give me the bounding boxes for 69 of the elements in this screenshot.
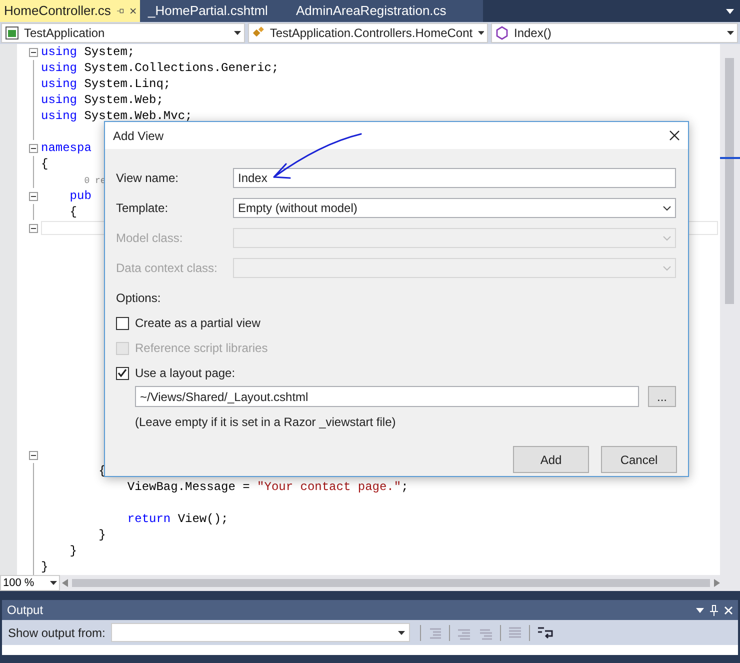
navigation-dropdown[interactable]: Index()	[491, 23, 738, 43]
code-line: using System.Linq;	[41, 76, 171, 92]
checkbox-label: Reference script libraries	[135, 340, 268, 357]
code-line: using System.Collections.Generic;	[41, 60, 279, 76]
field-label: View name:	[116, 170, 180, 187]
panel-title: Output	[7, 602, 44, 619]
close-icon[interactable]	[669, 130, 680, 141]
caret-icon	[398, 630, 406, 634]
chevron-icon	[663, 206, 671, 210]
code-line: {	[68, 204, 78, 220]
collapse-icon[interactable]	[29, 48, 38, 56]
dialog-button[interactable]: Cancel	[601, 446, 677, 473]
checkbox[interactable]	[116, 316, 129, 330]
code-line: return View();	[126, 511, 228, 527]
chevron-icon	[663, 266, 671, 270]
dropdown[interactable]: Empty (without model)	[233, 198, 676, 218]
code-line: using System;	[41, 44, 135, 60]
code-line: using System.Web;	[41, 92, 164, 108]
hint-text: (Leave empty if it is set in a Razor _viewstart file)	[134, 414, 397, 431]
code-line: ViewBag.Message = "Your contact page.";	[126, 479, 408, 495]
code-line: using System.Web.Mvc;	[41, 108, 192, 124]
vertical-scrollbar[interactable]	[720, 44, 740, 575]
code-line: }	[98, 527, 106, 543]
pin-icon[interactable]	[116, 6, 124, 16]
field-label: Data context class:	[116, 260, 218, 277]
code-line: }	[41, 559, 48, 575]
editor-tab[interactable]: _HomePartial.cshtml	[140, 0, 288, 22]
collapse-icon[interactable]	[29, 450, 38, 460]
close-icon[interactable]	[130, 6, 136, 16]
input-field[interactable]: ~/Views/Shared/_Layout.cshtml	[135, 386, 639, 407]
chevron-icon	[663, 236, 671, 240]
dialog-title: Add View	[113, 128, 164, 144]
collapse-icon[interactable]	[29, 192, 38, 200]
browse-button[interactable]: ...	[648, 386, 676, 407]
code-line: namespa	[41, 140, 92, 156]
field-label: Template:	[116, 200, 170, 217]
field-label: Show output from:	[8, 624, 106, 642]
field-label: Model class:	[116, 230, 184, 247]
input-field[interactable]: Index	[233, 168, 676, 188]
code-line: pub	[68, 188, 92, 204]
scrollbar-thumb[interactable]	[725, 58, 734, 304]
navigation-dropdown[interactable]: TestApplication	[1, 23, 245, 43]
code-line: }	[68, 543, 78, 559]
collapse-icon[interactable]	[29, 224, 38, 232]
navigation-dropdown[interactable]: TestApplication.Controllers.HomeCont	[248, 23, 488, 43]
method-icon	[495, 26, 509, 40]
code-line: {	[41, 156, 48, 172]
pin-icon[interactable]	[710, 604, 718, 616]
dropdown-icon[interactable]	[726, 9, 734, 14]
scroll-right-icon[interactable]	[714, 579, 720, 587]
checkbox-label: Use a layout page:	[135, 365, 236, 382]
checkbox[interactable]	[116, 366, 129, 380]
caret-icon	[234, 31, 241, 35]
editor-tab[interactable]: AdminAreaRegistration.cs	[288, 0, 483, 22]
scrollbar-thumb[interactable]	[72, 579, 710, 587]
collapse-icon[interactable]	[29, 144, 38, 152]
checkmark-icon	[117, 368, 128, 378]
dialog-button[interactable]: Add	[513, 446, 589, 473]
word-wrap-icon[interactable]	[536, 626, 554, 640]
scroll-left-icon[interactable]	[62, 579, 68, 587]
caret-icon	[727, 31, 734, 35]
project-icon	[5, 26, 19, 40]
zoom-dropdown[interactable]: 100 %	[0, 575, 60, 591]
editor-tab[interactable]: HomeController.cs	[0, 0, 140, 22]
caret-icon	[478, 31, 484, 35]
dropdown-icon[interactable]	[696, 608, 704, 612]
section-label: Options:	[116, 290, 162, 307]
checkbox-label: Create as a partial view	[135, 315, 260, 332]
caret-icon	[50, 581, 57, 585]
